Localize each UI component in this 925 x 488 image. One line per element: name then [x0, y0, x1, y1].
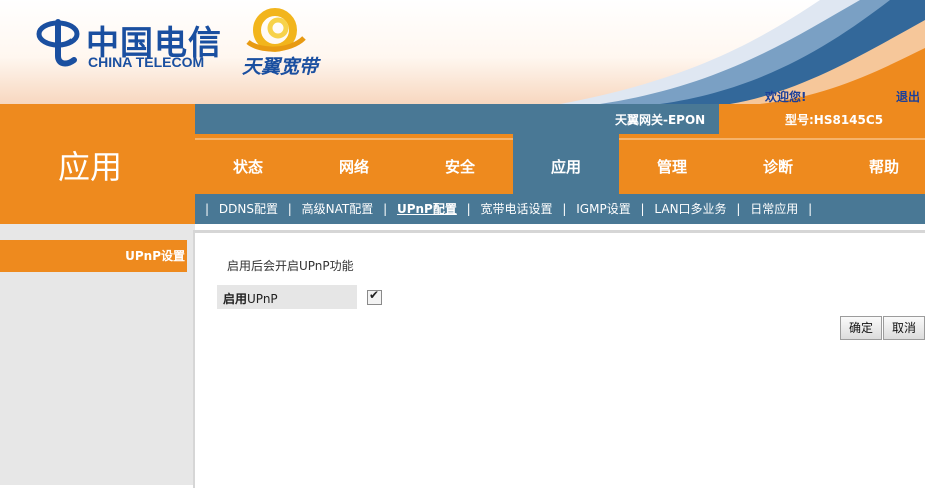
nav-tab-help[interactable]: 帮助: [831, 134, 925, 194]
cancel-button[interactable]: 取消: [883, 316, 925, 340]
sub-nav-separator: |: [808, 202, 813, 216]
nav-tab-network[interactable]: 网络: [301, 134, 407, 194]
nav-tab-application[interactable]: 应用: [513, 134, 619, 194]
nav-tab-label: 网络: [338, 158, 369, 176]
logout-link[interactable]: 退出: [896, 88, 920, 104]
nav-tab-label: 应用: [550, 158, 581, 176]
gateway-name: 天翼网关-EPON: [615, 113, 706, 127]
content-panel: 启用后会开启UPnP功能 启用UPnP ✔ 确定 取消: [193, 230, 925, 488]
upnp-label-cell: 启用UPnP: [217, 285, 357, 309]
sub-nav-separator: |: [287, 202, 292, 216]
sub-nav-separator: |: [205, 202, 210, 216]
tianyi-broadband-text: 天翼宽带: [242, 56, 319, 78]
sub-nav-voip[interactable]: 宽带电话设置: [477, 202, 557, 216]
sub-nav-separator: |: [466, 202, 471, 216]
nav-tab-management[interactable]: 管理: [619, 134, 725, 194]
sub-nav-ddns[interactable]: DDNS配置: [215, 202, 282, 216]
checkmark-icon: ✔: [369, 288, 380, 302]
china-telecom-en-name: CHINA TELECOM: [88, 54, 205, 70]
upnp-description: 启用后会开启UPnP功能: [227, 259, 354, 273]
nav-tab-label: 状态: [232, 158, 263, 176]
telecom-symbol-icon: [36, 19, 80, 67]
sub-nav-daily-apps[interactable]: 日常应用: [746, 202, 802, 216]
nav-tab-label: 诊断: [762, 158, 793, 176]
welcome-text: 欢迎您!: [765, 90, 807, 104]
sub-nav-advanced-nat[interactable]: 高级NAT配置: [298, 202, 378, 216]
nav-tab-status[interactable]: 状态: [195, 134, 301, 194]
device-model: 型号:HS8145C5: [785, 113, 884, 127]
sub-nav-separator: |: [562, 202, 567, 216]
left-sidebar: UPnP设置: [0, 224, 195, 485]
model-box: 型号:HS8145C5: [719, 104, 925, 134]
sidebar-item-upnp-settings[interactable]: UPnP设置: [0, 240, 187, 272]
sub-nav-separator: |: [383, 202, 388, 216]
nav-tab-label: 帮助: [868, 158, 899, 176]
tianyi-swirl-icon: [246, 8, 306, 52]
sub-nav: | DDNS配置 | 高级NAT配置 | UPnP配置 | 宽带电话设置 | I…: [195, 194, 925, 224]
ok-button[interactable]: 确定: [840, 316, 882, 340]
nav-tab-label: 安全: [444, 158, 475, 176]
sub-nav-separator: |: [640, 202, 645, 216]
main-nav: 状态 网络 安全 应用 管理 诊断 帮助: [195, 134, 925, 194]
upnp-enable-checkbox[interactable]: ✔: [367, 288, 382, 305]
device-info-bar: 天翼网关-EPON 型号:HS8145C5: [195, 104, 925, 134]
sub-nav-lan-multiservice[interactable]: LAN口多业务: [650, 202, 730, 216]
upnp-enable-label-bold: 启用: [223, 292, 248, 306]
header-banner: 中国电信 CHINA TELECOM 天翼宽带 欢迎您! 退出: [0, 0, 925, 104]
nav-tab-diagnosis[interactable]: 诊断: [725, 134, 831, 194]
upnp-enable-label-text: UPnP: [247, 292, 278, 306]
sub-nav-upnp[interactable]: UPnP配置: [393, 202, 461, 216]
section-title-panel: 应用: [0, 104, 195, 224]
upnp-enable-label: 启用UPnP: [223, 290, 278, 307]
sub-nav-igmp[interactable]: IGMP设置: [572, 202, 634, 216]
nav-tab-security[interactable]: 安全: [407, 134, 513, 194]
tianyi-broadband-logo: [240, 8, 310, 57]
sub-nav-separator: |: [736, 202, 741, 216]
china-telecom-logo: 中国电信 CHINA TELECOM: [36, 16, 221, 71]
section-title: 应用: [57, 148, 122, 186]
nav-tab-label: 管理: [656, 158, 687, 176]
sidebar-item-label: UPnP设置: [125, 249, 185, 263]
